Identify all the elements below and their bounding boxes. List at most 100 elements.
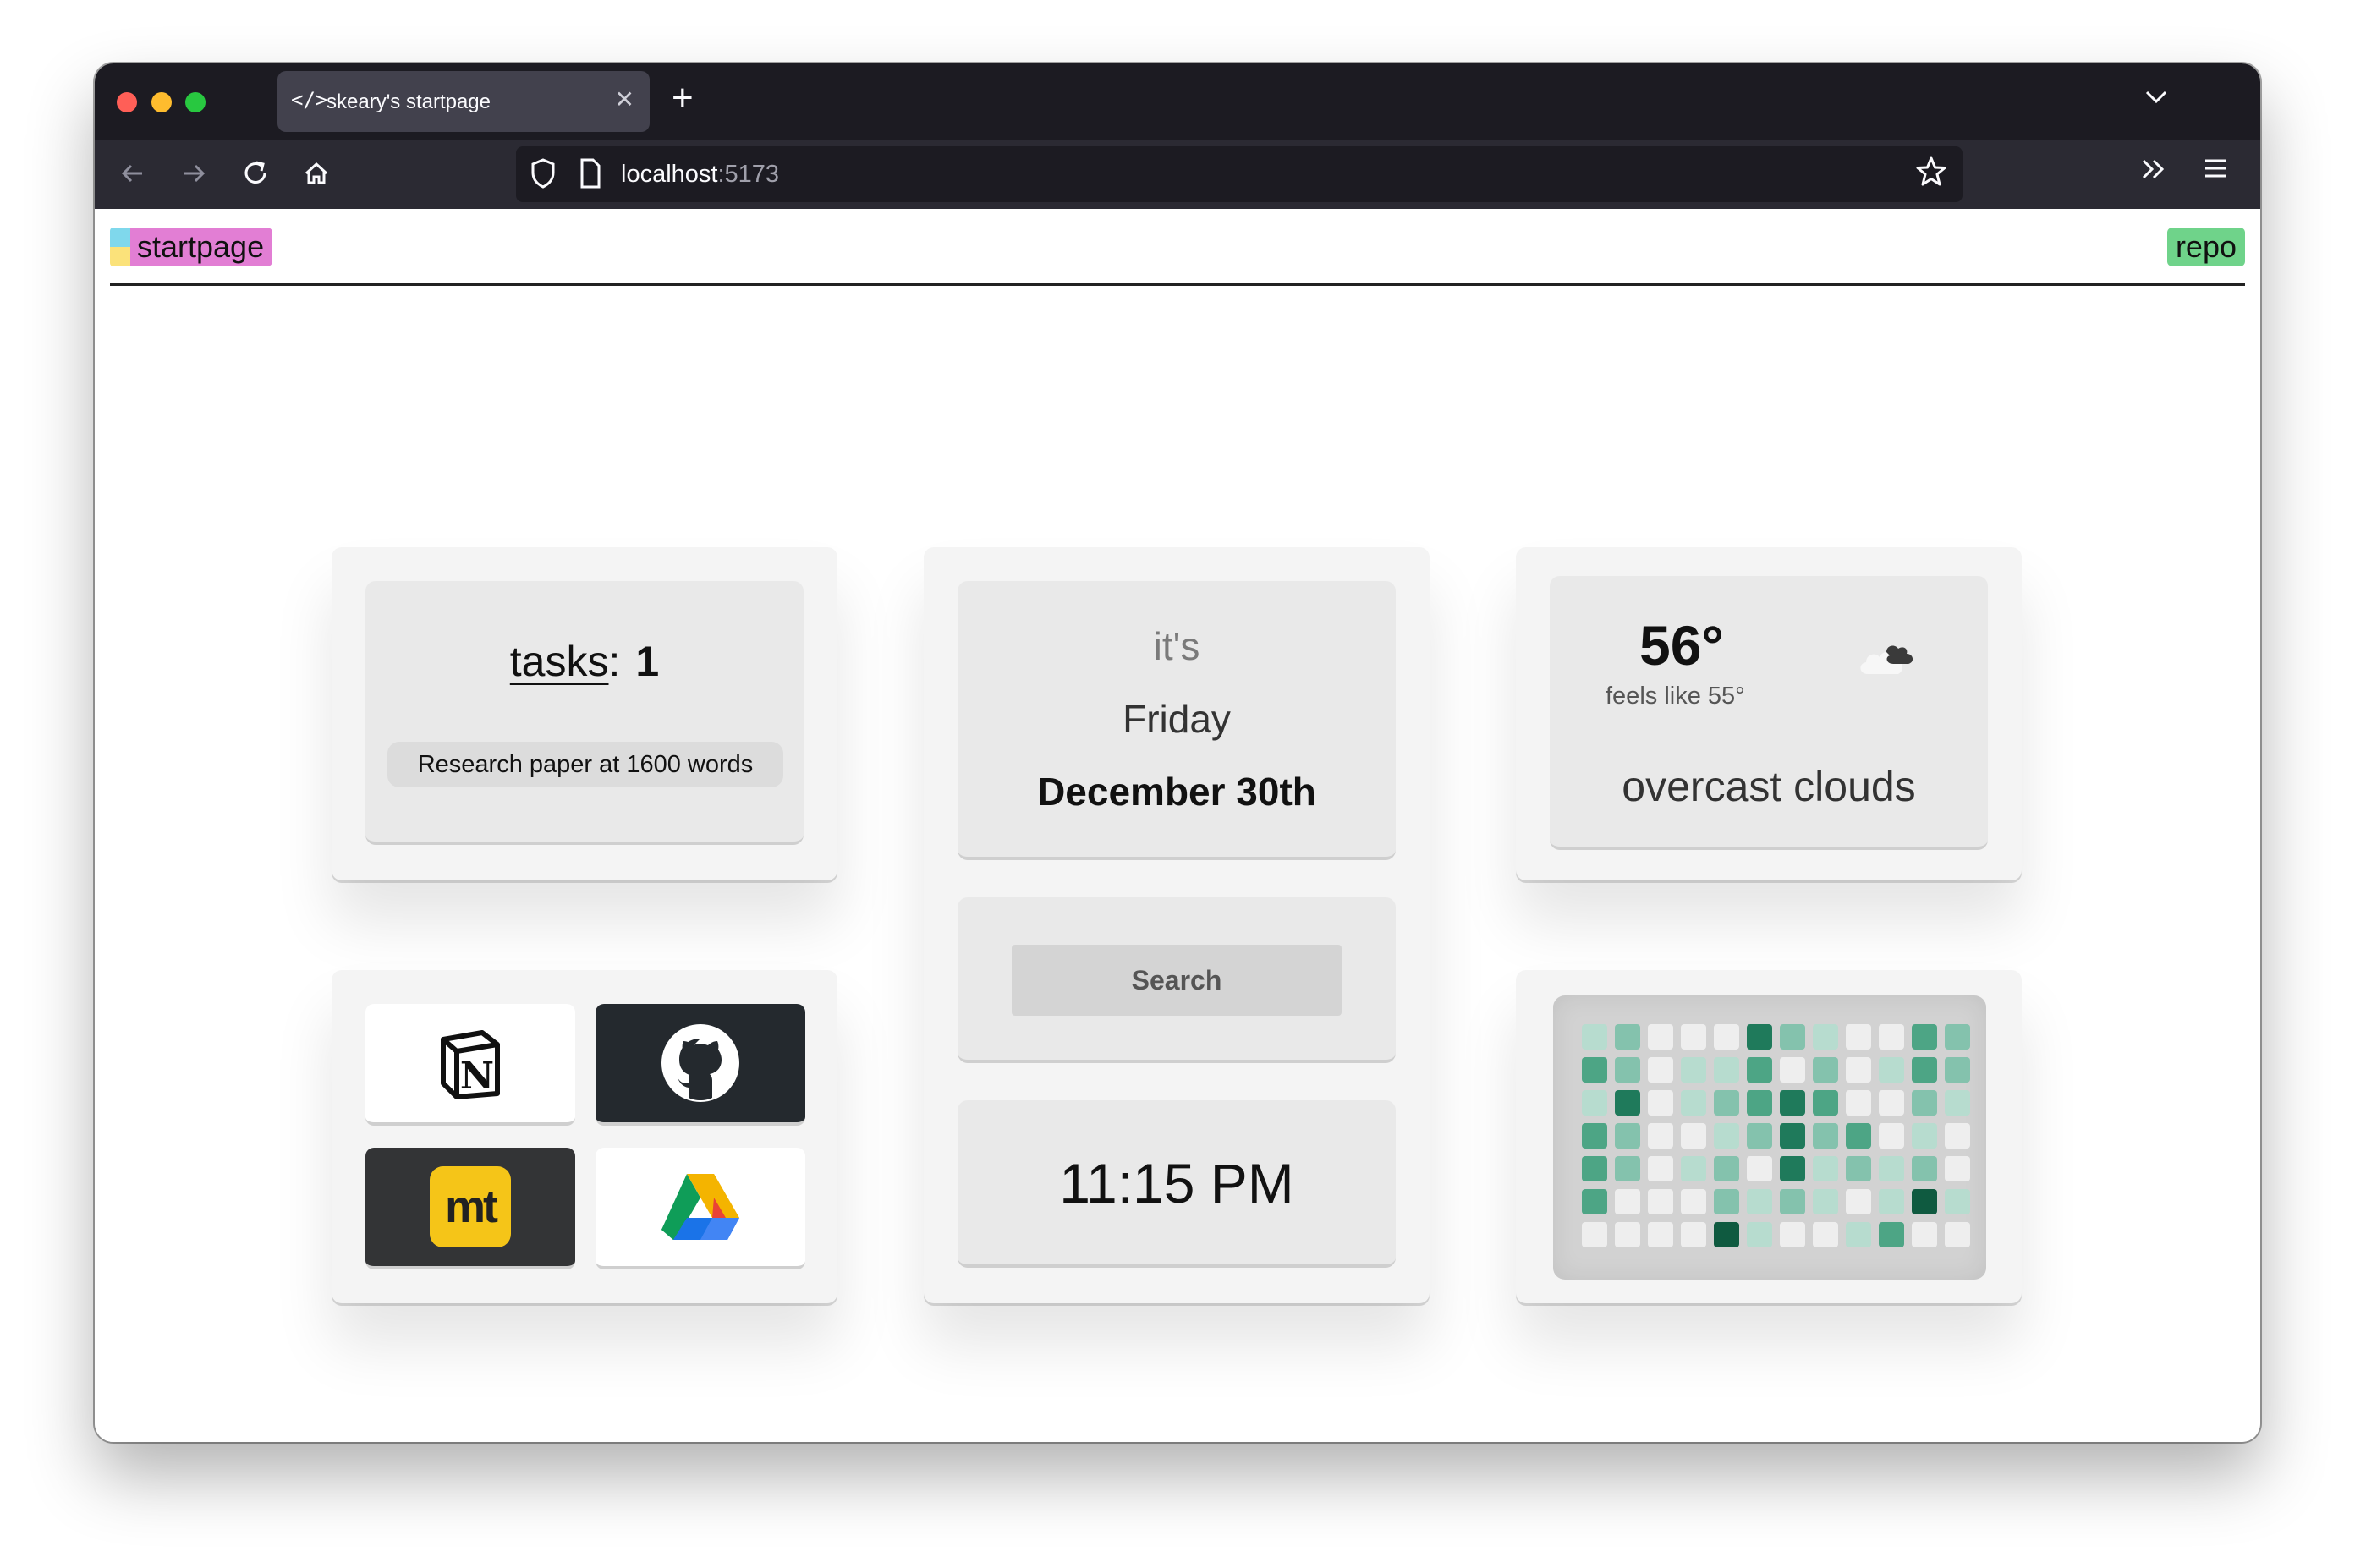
google-drive-link[interactable]	[596, 1148, 805, 1269]
heatmap-cell	[1813, 1090, 1838, 1116]
tab-active[interactable]: </> skeary's startpage ✕	[277, 71, 650, 132]
heatmap-cell	[1945, 1222, 1970, 1247]
heatmap-cell	[1582, 1024, 1607, 1050]
task-item[interactable]: Research paper at 1600 words	[387, 742, 783, 787]
heatmap-cell	[1747, 1189, 1772, 1214]
page-icon	[579, 157, 602, 194]
weekday: Friday	[1123, 697, 1231, 741]
close-window-button[interactable]	[117, 92, 137, 112]
search-button[interactable]: Search	[1012, 945, 1342, 1016]
repo-link[interactable]: repo	[2166, 228, 2245, 266]
feels-like: feels like 55°	[1606, 683, 1745, 710]
minimize-window-button[interactable]	[151, 92, 172, 112]
forward-button[interactable]	[179, 155, 208, 200]
heatmap-cell	[1945, 1090, 1970, 1116]
svg-text:N: N	[460, 1055, 494, 1098]
heatmap-cell	[1780, 1189, 1805, 1214]
heatmap-cell	[1714, 1189, 1739, 1214]
heatmap-cell	[1747, 1090, 1772, 1116]
url-text[interactable]: localhost:5173	[621, 161, 779, 189]
heatmap-cell	[1780, 1090, 1805, 1116]
heatmap-cell	[1780, 1156, 1805, 1181]
heatmap-cell	[1615, 1024, 1640, 1050]
close-tab-icon[interactable]: ✕	[615, 85, 634, 113]
heatmap-cell	[1813, 1123, 1838, 1149]
heatmap-cell	[1615, 1156, 1640, 1181]
google-drive-icon	[661, 1174, 739, 1240]
notion-icon: N	[441, 1030, 500, 1099]
heatmap-cell	[1681, 1156, 1706, 1181]
bookmark-star-icon[interactable]	[1915, 155, 1947, 196]
maximize-window-button[interactable]	[185, 92, 206, 112]
heatmap-cell	[1681, 1222, 1706, 1247]
heatmap-cell	[1945, 1189, 1970, 1214]
hamburger-menu-icon[interactable]	[2201, 151, 2230, 194]
mt-link[interactable]: mt	[365, 1148, 575, 1269]
tasks-colon: :	[608, 638, 621, 685]
heatmap-cell	[1648, 1189, 1673, 1214]
heatmap-cell	[1879, 1189, 1904, 1214]
heatmap-cell	[1813, 1189, 1838, 1214]
brand-logo[interactable]: startpage	[110, 228, 273, 266]
clock-panel: 11:15 PM	[958, 1100, 1396, 1268]
date-card: it's Friday December 30th Search 11:15 P…	[924, 547, 1430, 1303]
shield-icon[interactable]	[530, 157, 557, 194]
github-link[interactable]	[596, 1004, 805, 1126]
heatmap-cell	[1681, 1189, 1706, 1214]
back-button[interactable]	[118, 155, 147, 200]
browser-window: </> skeary's startpage ✕ + localhost:517…	[95, 63, 2260, 1442]
url-bar[interactable]: localhost:5173	[516, 146, 1962, 202]
heatmap-cell	[1813, 1156, 1838, 1181]
heatmap-cell	[1813, 1024, 1838, 1050]
activity-card	[1516, 970, 2022, 1303]
heatmap-cell	[1846, 1156, 1871, 1181]
heatmap-cell	[1879, 1123, 1904, 1149]
cloud-icon	[1856, 637, 1920, 683]
brand-label: startpage	[130, 228, 273, 266]
heatmap-cell	[1615, 1057, 1640, 1083]
heatmap-cell	[1813, 1222, 1838, 1247]
notion-link[interactable]: N	[365, 1004, 575, 1126]
activity-heatmap	[1553, 995, 1986, 1280]
heatmap-cell	[1846, 1189, 1871, 1214]
home-button[interactable]	[301, 155, 332, 200]
mt-icon: mt	[430, 1166, 511, 1247]
new-tab-button[interactable]: +	[672, 77, 694, 119]
nav-bar: localhost:5173	[95, 140, 2260, 209]
heatmap-cell	[1648, 1123, 1673, 1149]
heatmap-cell	[1615, 1090, 1640, 1116]
reload-button[interactable]	[240, 155, 271, 200]
tasks-heading: tasks: 1	[365, 637, 804, 686]
heatmap-cell	[1582, 1156, 1607, 1181]
heatmap-cell	[1582, 1222, 1607, 1247]
heatmap-cell	[1912, 1222, 1937, 1247]
overflow-chevron-icon[interactable]	[2138, 152, 2167, 195]
heatmap-cell	[1780, 1024, 1805, 1050]
tasks-count: 1	[635, 638, 660, 685]
links-card: N mt	[332, 970, 837, 1303]
heatmap-cell	[1582, 1123, 1607, 1149]
heatmap-cell	[1648, 1156, 1673, 1181]
heatmap-cell	[1714, 1024, 1739, 1050]
heatmap-cell	[1747, 1156, 1772, 1181]
heatmap-cell	[1615, 1123, 1640, 1149]
heatmap-cell	[1615, 1222, 1640, 1247]
heatmap-cell	[1681, 1090, 1706, 1116]
tasks-panel: tasks: 1 Research paper at 1600 words	[365, 581, 804, 845]
heatmap-cell	[1780, 1123, 1805, 1149]
heatmap-cell	[1681, 1057, 1706, 1083]
heatmap-cell	[1714, 1156, 1739, 1181]
tasks-card: tasks: 1 Research paper at 1600 words	[332, 547, 837, 880]
heatmap-cell	[1879, 1024, 1904, 1050]
heatmap-cell	[1648, 1090, 1673, 1116]
code-icon: </>	[291, 88, 328, 112]
chevron-down-icon[interactable]	[2144, 84, 2169, 112]
heatmap-cell	[1912, 1057, 1937, 1083]
heatmap-cell	[1648, 1024, 1673, 1050]
heatmap-cell	[1648, 1057, 1673, 1083]
heatmap-cell	[1879, 1222, 1904, 1247]
heatmap-cell	[1846, 1090, 1871, 1116]
tasks-link[interactable]: tasks	[510, 638, 609, 685]
url-host: localhost	[621, 161, 718, 188]
heatmap-cell	[1747, 1222, 1772, 1247]
